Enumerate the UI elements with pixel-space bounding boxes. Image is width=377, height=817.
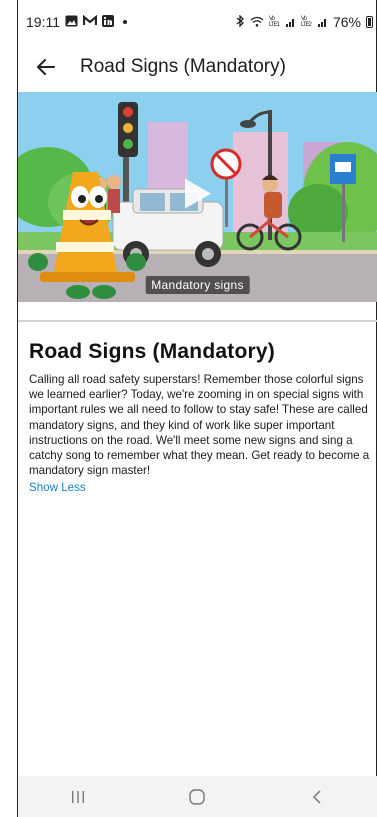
bluetooth-icon [235, 14, 245, 30]
back-nav-icon[interactable] [297, 782, 337, 812]
description-line: catchy song to remember what they mean. … [29, 449, 370, 463]
signal-sim1-label: Vo LTE1 [268, 16, 280, 28]
description-line: important rules we all need to follow to… [29, 403, 368, 417]
wifi-icon [250, 14, 264, 30]
description-line: we learned earlier? Today, we're zooming… [29, 388, 364, 402]
more-notifications-dot [123, 20, 127, 24]
video-player[interactable]: Mandatory signs [18, 92, 377, 302]
lesson-content: Road Signs (Mandatory) Calling all road … [29, 340, 377, 496]
status-bar: 19:11 Vo LTE1 Vo LTE2 76% [18, 0, 377, 44]
gallery-icon [65, 15, 78, 30]
signal-sim1-icon [285, 14, 296, 30]
gmail-icon [82, 14, 98, 29]
status-right: Vo LTE1 Vo LTE2 76% [235, 14, 373, 30]
lesson-description: Calling all road safety superstars! Reme… [29, 372, 377, 478]
app-bar: Road Signs (Mandatory) [18, 44, 377, 90]
description-line: mandatory sign master! [29, 464, 151, 478]
status-left: 19:11 [26, 14, 127, 30]
description-line: mandatory signs, and they kind of work l… [29, 418, 335, 432]
description-line: instructions on the road. We'll meet som… [29, 433, 353, 447]
signal-sim2-label: Vo LTE2 [300, 16, 312, 28]
description-line: Calling all road safety superstars! Reme… [29, 373, 364, 386]
system-nav-bar [18, 776, 377, 817]
signal-sim2-icon [317, 14, 328, 30]
app-bar-title: Road Signs (Mandatory) [80, 56, 286, 77]
linkedin-icon [102, 14, 114, 30]
video-caption: Mandatory signs [145, 276, 250, 294]
home-icon[interactable] [177, 782, 217, 812]
back-arrow-icon[interactable] [34, 55, 58, 79]
status-time: 19:11 [26, 14, 60, 30]
divider [18, 320, 377, 322]
recent-apps-icon[interactable] [58, 782, 98, 812]
show-less-link[interactable]: Show Less [29, 481, 86, 494]
lesson-heading: Road Signs (Mandatory) [29, 340, 275, 363]
battery-percent: 76% [332, 14, 361, 30]
battery-icon [366, 16, 373, 28]
play-icon[interactable] [183, 177, 213, 211]
